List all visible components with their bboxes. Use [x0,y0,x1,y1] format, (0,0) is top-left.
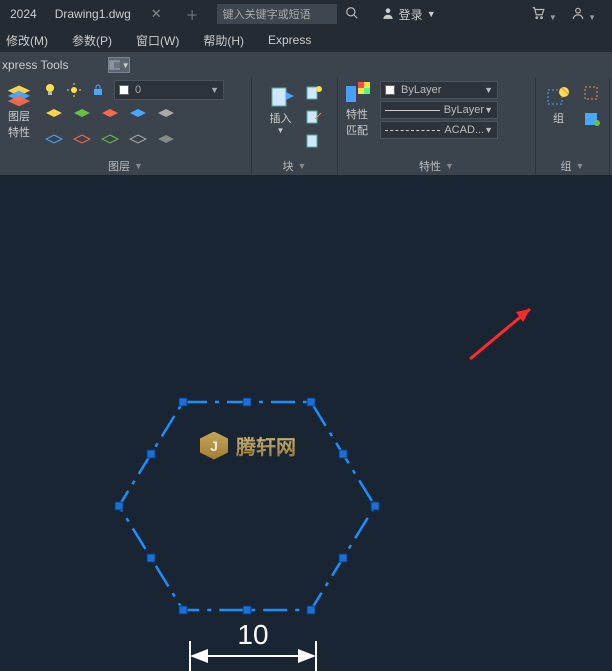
lock-icon[interactable] [86,79,110,101]
match-properties-button[interactable]: 特性 匹配 [338,78,376,138]
grip-vertex[interactable] [307,606,316,615]
chevron-down-icon: ▼ [484,85,493,95]
match-props-label: 特性 匹配 [346,106,368,138]
linetype-preview [385,130,440,131]
chevron-down-icon: ▼ [427,9,436,19]
chevron-down-icon: ▼ [277,126,285,135]
user-icon [381,6,395,23]
panel-expand-icon[interactable]: ▼ [576,161,585,171]
group-label: 组 [553,110,564,126]
login-button[interactable]: 登录 ▼ [381,6,436,23]
infocenter-icon[interactable]: ▼ [571,6,596,23]
grip-vertex[interactable] [307,398,316,407]
layer-properties-button[interactable]: 图层 特性 [0,78,38,140]
panel-expand-icon[interactable]: ▼ [298,161,307,171]
search-placeholder: 键入关键字或短语 [223,6,311,22]
login-label: 登录 [399,6,423,23]
layer-tool-6[interactable] [70,128,94,150]
dimension-extline [189,641,191,671]
search-input[interactable]: 键入关键字或短语 [217,4,337,24]
lightbulb-icon[interactable] [38,79,62,101]
linetype-value: ACAD... [444,124,484,136]
color-combo[interactable]: ByLayer ▼ [380,81,498,99]
lineweight-combo[interactable]: ByLayer ▼ [380,101,498,119]
panel-expand-icon[interactable]: ▼ [445,161,454,171]
panel-expand-icon[interactable]: ▼ [134,161,143,171]
grip-vertex[interactable] [371,502,380,511]
layer-combo[interactable]: 0 ▼ [114,80,224,100]
grip-midpoint[interactable] [147,450,156,459]
dimension-value: 10 [190,621,316,649]
linetype-combo[interactable]: ACAD... ▼ [380,121,498,139]
sun-icon[interactable] [62,79,86,101]
chevron-down-icon: ▼ [210,85,219,95]
dimension-extline [315,641,317,671]
chevron-down-icon: ▼ [484,105,493,115]
grip-midpoint[interactable] [243,398,252,407]
layer-tool-5[interactable] [42,128,66,150]
lineweight-preview [385,110,440,111]
ribbon-panel-toggle[interactable]: ▼ [108,57,130,73]
block-edit-icon[interactable] [302,106,326,128]
layer-tool-8[interactable] [126,128,150,150]
layer-tool-4[interactable] [126,104,150,126]
grip-midpoint[interactable] [339,554,348,563]
layers-panel-label: 图层 [108,158,130,174]
menu-help[interactable]: 帮助(H) [203,32,244,49]
add-tab-button[interactable]: ＋ [174,5,211,24]
props-panel-label: 特性 [419,158,441,174]
layers-stack-icon [6,82,32,108]
layer-match[interactable] [154,104,178,126]
title-bar: 2024 Drawing1.dwg ✕ ＋ 键入关键字或短语 登录 ▼ ▼ ▼ [0,0,612,28]
layer-color-swatch [119,85,129,95]
insert-label: 插入 [270,110,292,126]
document-tab[interactable]: Drawing1.dwg [47,7,139,21]
annotation-arrow [460,304,540,364]
grip-midpoint[interactable] [147,554,156,563]
app-year: 2024 [0,7,47,21]
ribbon-tab-bar: xpress Tools ▼ [0,52,612,78]
insert-block-button[interactable]: 插入 ▼ [262,80,300,135]
group-button[interactable]: 组 [540,80,578,126]
block-create-icon[interactable] [302,82,326,104]
block-attr-icon[interactable] [302,130,326,152]
layer-tool-3[interactable] [98,104,122,126]
grip-midpoint[interactable] [339,450,348,459]
layer-tool-2[interactable] [70,104,94,126]
layer-tool-1[interactable] [42,104,66,126]
menu-bar: 修改(M) 参数(P) 窗口(W) 帮助(H) Express [0,28,612,52]
cart-icon[interactable]: ▼ [531,6,556,23]
layer-tool-7[interactable] [98,128,122,150]
layer-properties-label: 图层 特性 [8,108,30,140]
color-swatch [385,85,395,95]
insert-icon [268,84,294,110]
group-edit-icon[interactable] [580,108,604,130]
block-panel-label: 块 [283,158,294,174]
chevron-down-icon: ▼ [484,125,493,135]
drawing-canvas[interactable]: J 腾轩网 10 [0,176,612,559]
menu-params[interactable]: 参数(P) [72,32,112,49]
ungroup-icon[interactable] [580,82,604,104]
ribbon-tab-express[interactable]: xpress Tools [2,58,68,72]
grip-vertex[interactable] [179,606,188,615]
layer-combo-value: 0 [135,84,141,96]
lineweight-value: ByLayer [444,104,484,116]
selected-hexagon[interactable] [115,391,385,621]
ribbon: 图层 特性 0 ▼ [0,78,612,176]
grip-vertex[interactable] [179,398,188,407]
group-panel-label: 组 [561,158,572,174]
layer-tool-9[interactable] [154,128,178,150]
color-combo-value: ByLayer [401,84,441,96]
menu-express[interactable]: Express [268,33,311,47]
new-tab-button[interactable]: ✕ [139,6,174,22]
menu-window[interactable]: 窗口(W) [136,32,179,49]
grip-vertex[interactable] [115,502,124,511]
dimension[interactable]: 10 [190,621,316,663]
group-icon [546,84,572,110]
menu-modify[interactable]: 修改(M) [6,32,48,49]
match-props-icon [344,80,370,106]
dimension-arrows [190,649,316,663]
grip-midpoint[interactable] [243,606,252,615]
search-icon[interactable] [345,6,359,23]
